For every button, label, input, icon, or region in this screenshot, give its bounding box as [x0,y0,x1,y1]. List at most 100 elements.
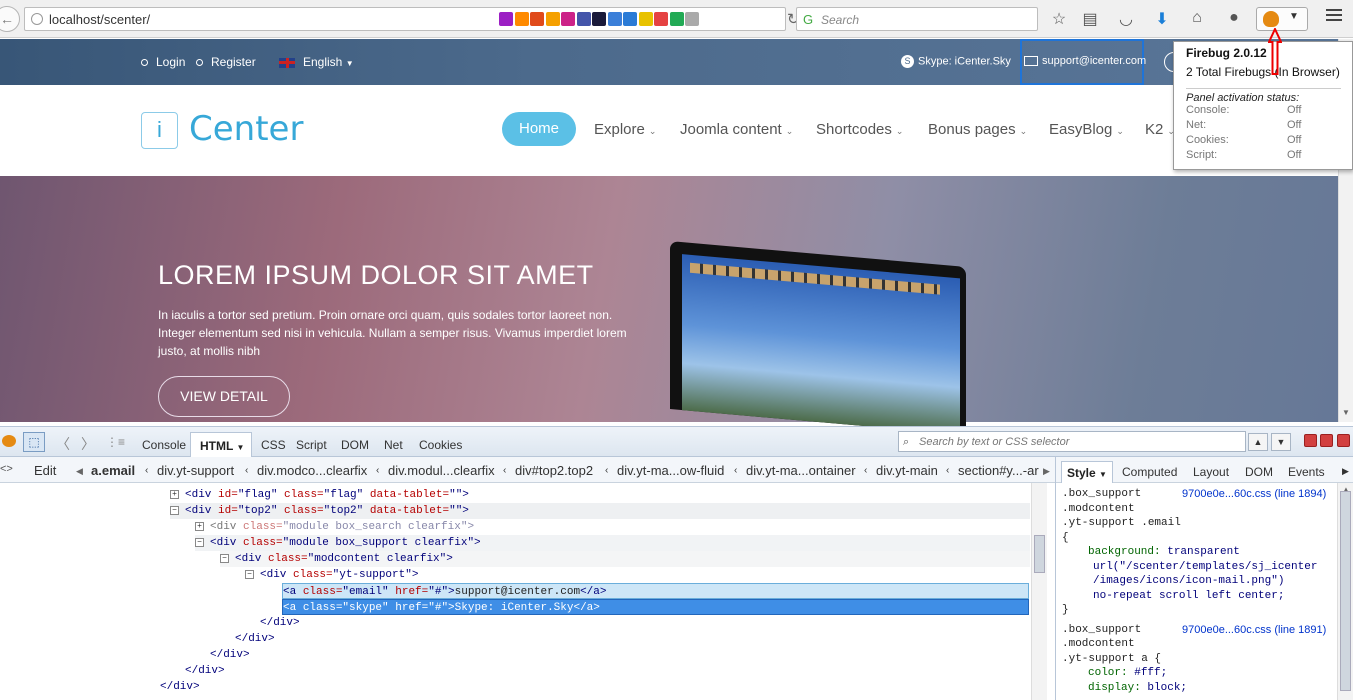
breadcrumb-item[interactable]: div.yt-ma...ontainer [746,463,856,478]
breadcrumb-item[interactable]: div.yt-main [876,463,938,478]
back-button[interactable]: ← [0,6,20,32]
nav-bonus-pages[interactable]: Bonus pages ⌄ [928,121,1027,138]
css-property[interactable]: display: block; [1062,681,1338,696]
breadcrumb-item[interactable]: a.email [91,463,135,478]
register-link[interactable]: Register [196,55,256,69]
addon-icon[interactable] [576,12,591,26]
collapse-icon[interactable]: − [170,505,179,515]
download-icon[interactable]: ⬇ [1152,9,1172,29]
html-node[interactable]: </div> [260,615,300,631]
addon-icon[interactable] [545,12,560,26]
login-link[interactable]: Login [141,55,185,69]
firebug-search-input[interactable]: ⌕ Search by text or CSS selector [898,431,1246,452]
url-bar[interactable]: localhost/scenter/ ↻ [24,7,800,31]
nav-k2[interactable]: K2 ⌄ [1145,121,1175,138]
inspect-icon[interactable]: ⬚ [23,432,45,452]
nav-joomla-content[interactable]: Joomla content ⌄ [680,121,793,138]
tab-console[interactable]: Console [142,438,186,452]
scroll-thumb[interactable] [1340,491,1351,691]
bookmark-star-icon[interactable]: ☆ [1049,9,1069,29]
css-value[interactable]: url("/scenter/templates/sj_icenter [1062,560,1338,575]
html-node-skype[interactable]: <a class="skype" href="#">Skype: iCenter… [282,599,1029,615]
html-node[interactable]: </div> [210,647,250,663]
html-node[interactable]: − <div class="yt-support"> [245,567,418,583]
reading-list-icon[interactable]: ▤ [1080,9,1100,29]
tab-style[interactable]: Style ▼ [1061,461,1113,483]
html-node[interactable]: + <div id="flag" class="flag" data-tablet… [170,487,469,503]
forward-arrow-icon[interactable]: 〉 [81,434,95,454]
tab-css[interactable]: CSS [261,438,286,452]
expand-icon[interactable]: + [170,489,179,499]
email-link[interactable]: support@icenter.com [1024,55,1146,67]
menu-icon[interactable] [1326,9,1342,24]
addon-icon[interactable] [499,12,513,26]
url-text[interactable]: localhost/scenter/ [49,12,150,27]
addon-icon[interactable] [514,12,529,26]
css-selector[interactable]: .yt-support a { [1062,652,1338,667]
crumb-right-icon[interactable]: ▶ [1043,466,1050,477]
addon-icon[interactable] [654,12,668,26]
tab-computed[interactable]: Computed [1122,465,1177,479]
collapse-icon[interactable]: − [195,537,204,547]
tab-script[interactable]: Script [296,438,327,452]
side-scrollbar[interactable]: ▲ [1337,483,1353,700]
tab-cookies[interactable]: Cookies [419,438,462,452]
nav-explore[interactable]: Explore ⌄ [594,121,656,138]
html-node[interactable]: − <div class="modcontent clearfix"> [220,551,1030,567]
collapse-icon[interactable]: − [245,569,254,579]
html-node[interactable]: </div> [185,663,225,679]
tab-html[interactable]: HTML ▼ [190,432,252,457]
nav-shortcodes[interactable]: Shortcodes ⌄ [816,121,903,138]
css-selector[interactable]: .modcontent [1062,502,1338,517]
crumb-left-icon[interactable]: ◀ [76,466,83,477]
addon-icon[interactable] [623,12,637,26]
addon-icon[interactable] [669,12,684,26]
breadcrumb-item[interactable]: div.modco...clearfix [257,463,367,478]
pocket-icon[interactable]: ◡ [1116,9,1136,29]
breadcrumb-item[interactable]: section#y...-ar [958,463,1039,478]
firebug-menu-icon[interactable] [2,435,16,447]
css-value[interactable]: no-repeat scroll left center; [1062,589,1338,604]
addon-icon[interactable] [530,12,544,26]
browser-search-input[interactable]: G Search [796,7,1038,31]
chevron-down-icon[interactable]: ▼ [1289,11,1299,22]
back-arrow-icon[interactable]: 〈 [56,434,70,454]
minimize-icon[interactable] [1304,434,1317,447]
scroll-thumb[interactable] [1034,535,1045,573]
skype-link[interactable]: S Skype: iCenter.Sky [901,55,1011,68]
logo-icon[interactable]: i [141,112,178,149]
css-source-link[interactable]: 9700e0e...60c.css (line 1894) [1182,487,1326,502]
html-node[interactable]: − <div class="module box_support clearfix… [195,535,1030,551]
nav-easyblog[interactable]: EasyBlog ⌄ [1049,121,1124,138]
tab-dom[interactable]: DOM [341,438,369,452]
css-source-link[interactable]: 9700e0e...60c.css (line 1891) [1182,623,1326,638]
html-node-email[interactable]: <a class="email" href="#">support@icente… [282,583,1029,599]
collapse-icon[interactable]: − [220,553,229,563]
tab-dom-side[interactable]: DOM [1245,465,1273,479]
close-icon[interactable] [1337,434,1350,447]
html-scrollbar[interactable] [1031,483,1047,700]
scroll-down-icon[interactable]: ▼ [1342,408,1350,417]
search-prev-button[interactable]: ▲ [1248,433,1268,451]
chat-icon[interactable]: ● [1224,9,1244,27]
firebug-toolbar-button[interactable]: ▼ [1256,7,1308,31]
breadcrumb-item[interactable]: div.modul...clearfix [388,463,495,478]
addon-icon[interactable] [592,12,606,26]
nav-home[interactable]: Home [502,112,576,146]
command-line-icon[interactable]: ⋮≡ [106,435,125,449]
search-next-button[interactable]: ▼ [1271,433,1291,451]
html-node[interactable]: + <div class="module box_search clearfix"… [195,519,474,535]
tab-layout[interactable]: Layout [1193,465,1229,479]
view-detail-button[interactable]: VIEW DETAIL [158,376,290,417]
css-selector[interactable]: .yt-support .email [1062,516,1338,531]
css-value[interactable]: /images/icons/icon-mail.png") [1062,574,1338,589]
tabs-more-icon[interactable]: ▶ [1342,466,1349,477]
addon-icon[interactable] [685,12,699,26]
html-node[interactable]: </div> [160,679,200,695]
detach-icon[interactable] [1320,434,1333,447]
tab-net[interactable]: Net [384,438,403,452]
css-selector[interactable]: .box_support 9700e0e...60c.css (line 1894… [1062,487,1338,502]
css-property[interactable]: background: transparent [1062,545,1338,560]
tab-events[interactable]: Events [1288,465,1325,479]
addon-icon[interactable] [607,12,622,26]
